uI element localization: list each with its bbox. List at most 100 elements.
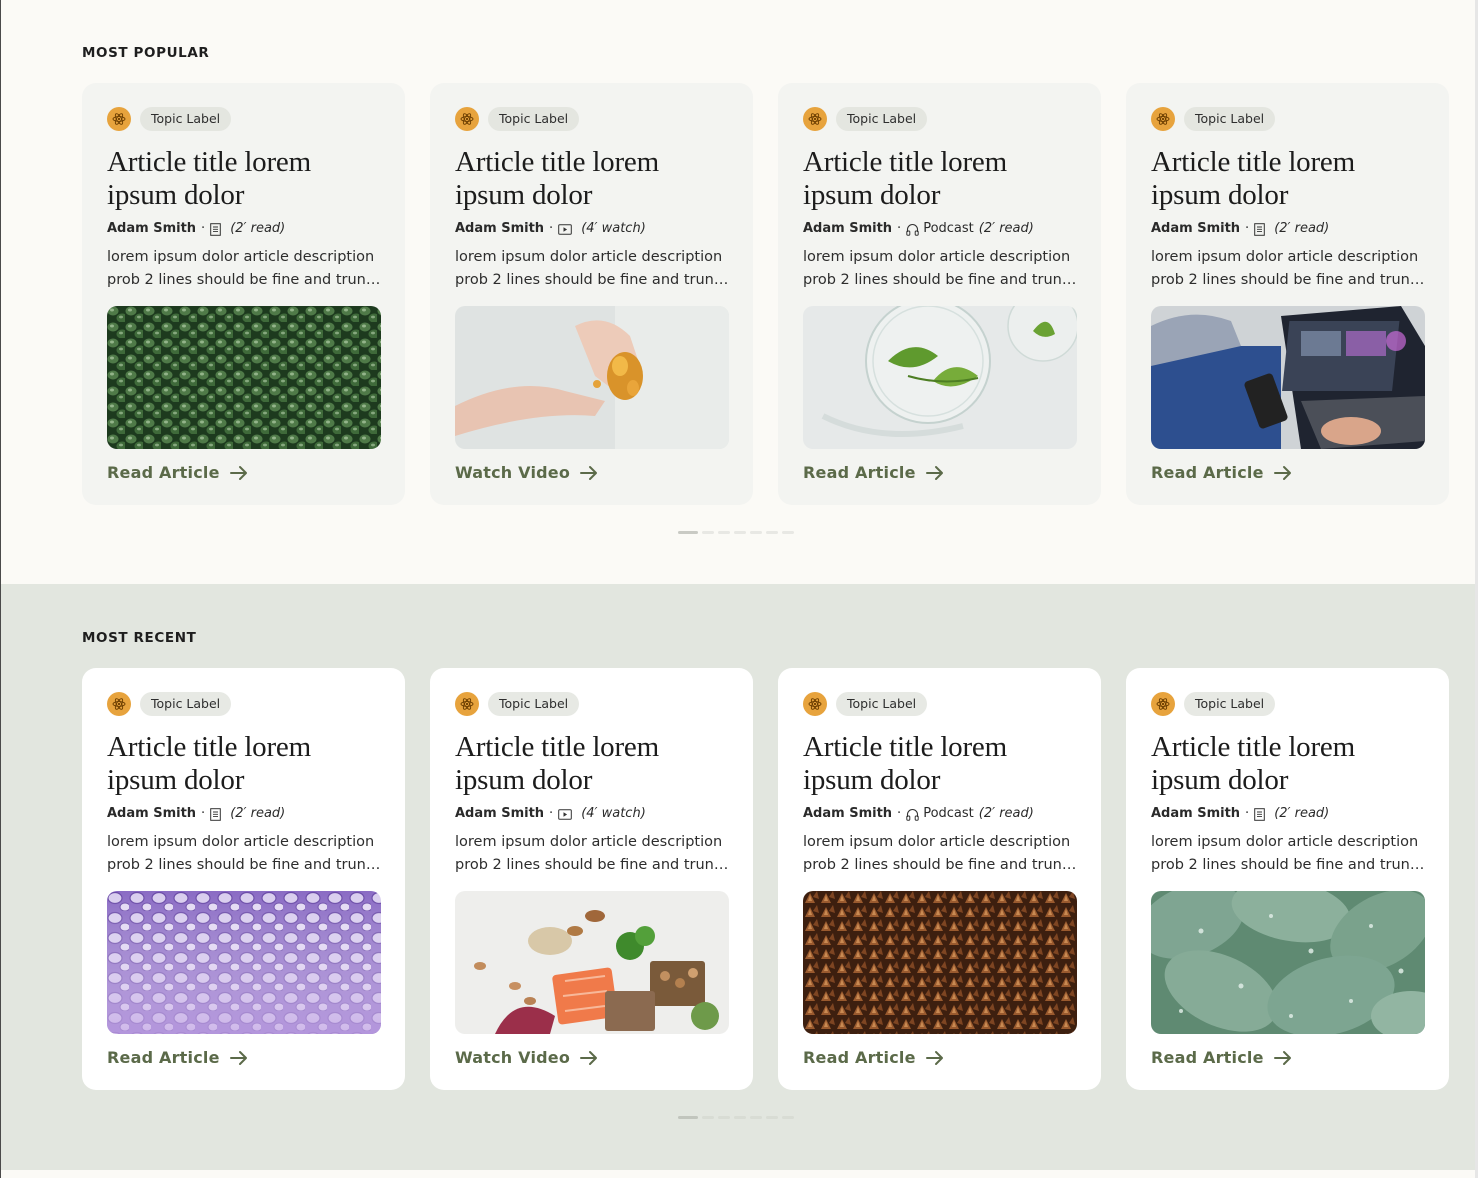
pagination-dot-active[interactable] — [678, 1116, 698, 1119]
watch-video-link[interactable]: Watch Video — [455, 463, 598, 482]
article-title[interactable]: Article title lorem ipsum dolor — [803, 146, 1077, 212]
topic-row: Topic Label — [803, 692, 1077, 716]
media-type — [210, 222, 225, 236]
watch-video-link[interactable]: Watch Video — [455, 1048, 598, 1067]
article-title[interactable]: Article title lorem ipsum dolor — [455, 731, 729, 797]
article-card[interactable]: Topic Label Article title lorem ipsum do… — [1126, 668, 1449, 1090]
arrow-right-icon — [1273, 1050, 1291, 1065]
carousel-pagination[interactable] — [678, 531, 794, 534]
meta-separator: · — [897, 221, 902, 236]
most-recent-section: MOST RECENT Topic Label Article title lo… — [0, 584, 1478, 1170]
atom-icon — [803, 692, 827, 716]
read-article-link[interactable]: Read Article — [803, 463, 944, 482]
topic-row: Topic Label — [803, 107, 1077, 131]
media-type — [1254, 222, 1269, 236]
pagination-dot[interactable] — [750, 531, 762, 534]
topic-label-chip[interactable]: Topic Label — [1184, 692, 1276, 716]
petri-dish-leaf-image[interactable] — [803, 306, 1077, 449]
green-seeds-image[interactable] — [107, 306, 381, 449]
article-description: lorem ipsum dolor article description pr… — [455, 831, 729, 876]
description-line-2: prob 2 lines should be fine and truncate — [107, 271, 381, 288]
meta-separator: · — [897, 806, 902, 821]
hands-capsules-image[interactable] — [455, 306, 729, 449]
video-icon — [558, 808, 572, 820]
read-article-link[interactable]: Read Article — [107, 1048, 248, 1067]
media-type: Podcast — [906, 805, 974, 823]
topic-label-chip[interactable]: Topic Label — [140, 692, 232, 716]
pagination-dot-active[interactable] — [678, 531, 698, 534]
article-card[interactable]: Topic Label Article title lorem ipsum do… — [430, 83, 753, 505]
document-icon — [210, 222, 221, 236]
read-article-link[interactable]: Read Article — [107, 463, 248, 482]
pagination-dot[interactable] — [718, 531, 730, 534]
read-article-link[interactable]: Read Article — [1151, 463, 1292, 482]
article-card[interactable]: Topic Label Article title lorem ipsum do… — [430, 668, 753, 1090]
article-card[interactable]: Topic Label Article title lorem ipsum do… — [82, 83, 405, 505]
pagination-dot[interactable] — [782, 531, 794, 534]
article-card[interactable]: Topic Label Article title lorem ipsum do… — [82, 668, 405, 1090]
article-card[interactable]: Topic Label Article title lorem ipsum do… — [778, 668, 1101, 1090]
arrow-right-icon — [925, 1050, 943, 1065]
description-line-2: prob 2 lines should be fine and truncate — [803, 856, 1077, 873]
description-line-2: prob 2 lines should be fine and truncate — [1151, 271, 1425, 288]
topic-label-chip[interactable]: Topic Label — [1184, 107, 1276, 131]
page-footer-edge — [0, 1170, 1478, 1178]
buckwheat-image[interactable] — [803, 891, 1077, 1034]
read-article-link[interactable]: Read Article — [1151, 1048, 1292, 1067]
pagination-dot[interactable] — [734, 531, 746, 534]
author-name: Adam Smith — [107, 806, 197, 821]
media-label: Podcast — [923, 806, 974, 821]
headphones-icon — [906, 808, 919, 821]
pagination-dot[interactable] — [702, 1116, 714, 1119]
article-title[interactable]: Article title lorem ipsum dolor — [107, 146, 381, 212]
cta-label: Read Article — [107, 1048, 220, 1067]
arrow-right-icon — [580, 1050, 598, 1065]
author-name: Adam Smith — [107, 221, 197, 236]
atom-icon — [455, 107, 479, 131]
pagination-dot[interactable] — [766, 531, 778, 534]
eucalyptus-leaves-image[interactable] — [1151, 891, 1425, 1034]
cta-label: Watch Video — [455, 463, 571, 482]
topic-label-chip[interactable]: Topic Label — [140, 107, 232, 131]
arrow-right-icon — [1273, 465, 1291, 480]
article-title[interactable]: Article title lorem ipsum dolor — [803, 731, 1077, 797]
author-name: Adam Smith — [1151, 806, 1241, 821]
pagination-dot[interactable] — [750, 1116, 762, 1119]
pagination-dot[interactable] — [702, 531, 714, 534]
article-title[interactable]: Article title lorem ipsum dolor — [1151, 731, 1425, 797]
topic-row: Topic Label — [455, 692, 729, 716]
pagination-dot[interactable] — [718, 1116, 730, 1119]
media-type — [1254, 807, 1269, 821]
topic-label-chip[interactable]: Topic Label — [488, 107, 580, 131]
article-description: lorem ipsum dolor article description pr… — [107, 831, 381, 876]
meta-separator: · — [201, 221, 206, 236]
pagination-dot[interactable] — [766, 1116, 778, 1119]
duration: (4′ watch) — [581, 806, 646, 821]
article-title[interactable]: Article title lorem ipsum dolor — [107, 731, 381, 797]
purple-cells-image[interactable] — [107, 891, 381, 1034]
topic-row: Topic Label — [1151, 107, 1425, 131]
article-meta: Adam Smith · (2′ read) — [107, 805, 381, 823]
topic-label-chip[interactable]: Topic Label — [836, 692, 928, 716]
atom-icon — [455, 692, 479, 716]
article-meta: Adam Smith · (2′ read) — [1151, 220, 1425, 238]
topic-label-chip[interactable]: Topic Label — [836, 107, 928, 131]
pagination-dot[interactable] — [782, 1116, 794, 1119]
healthy-food-image[interactable] — [455, 891, 729, 1034]
carousel-pagination[interactable] — [678, 1116, 794, 1119]
cta-label: Read Article — [803, 463, 916, 482]
article-card[interactable]: Topic Label Article title lorem ipsum do… — [1126, 83, 1449, 505]
atom-icon — [803, 107, 827, 131]
duration: (2′ read) — [230, 221, 286, 236]
duration: (2′ read) — [230, 806, 286, 821]
doctor-laptop-image[interactable] — [1151, 306, 1425, 449]
article-card[interactable]: Topic Label Article title lorem ipsum do… — [778, 83, 1101, 505]
cta-label: Read Article — [803, 1048, 916, 1067]
author-name: Adam Smith — [455, 221, 545, 236]
pagination-dot[interactable] — [734, 1116, 746, 1119]
article-title[interactable]: Article title lorem ipsum dolor — [455, 146, 729, 212]
article-title[interactable]: Article title lorem ipsum dolor — [1151, 146, 1425, 212]
topic-label-chip[interactable]: Topic Label — [488, 692, 580, 716]
read-article-link[interactable]: Read Article — [803, 1048, 944, 1067]
description-line-1: lorem ipsum dolor article description — [107, 834, 375, 850]
